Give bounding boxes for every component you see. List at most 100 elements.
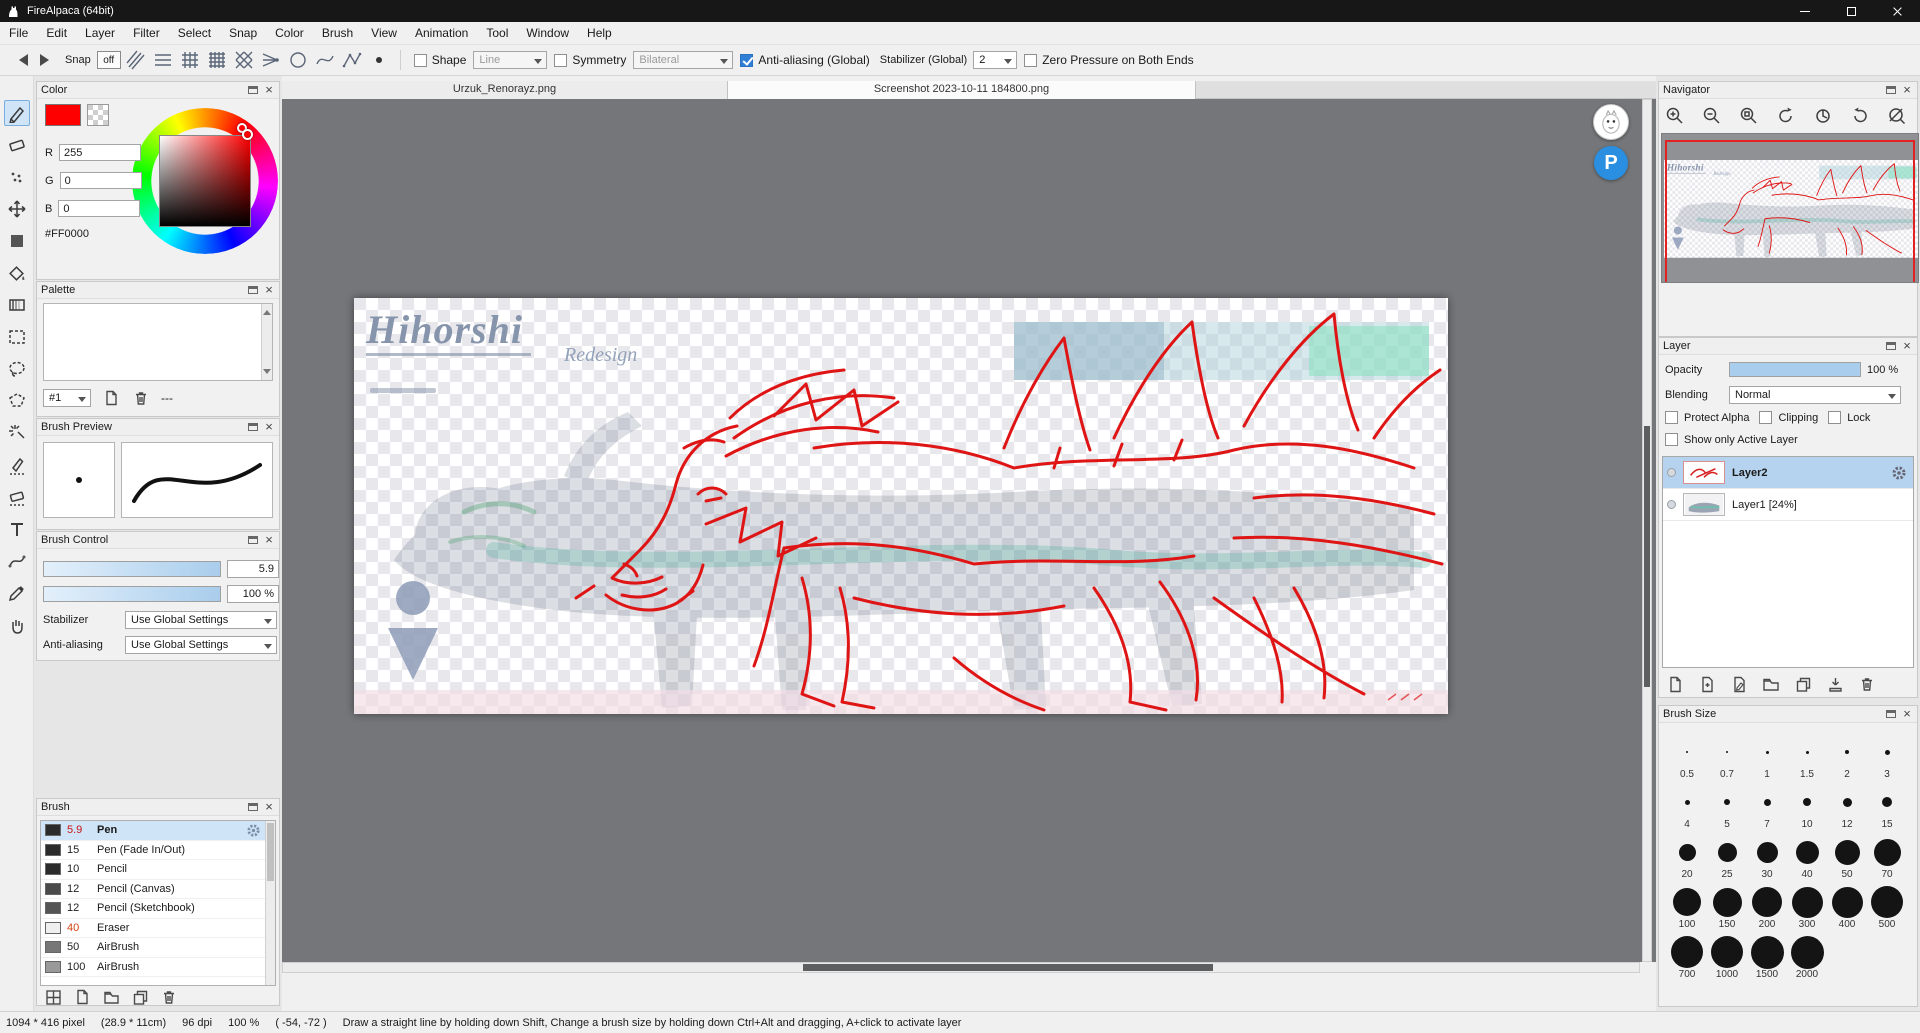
float-panel-icon[interactable] <box>1886 86 1896 94</box>
rotate-cw-icon[interactable] <box>1848 105 1872 127</box>
layer-settings-gear-icon[interactable] <box>1891 465 1907 481</box>
brush-row-airbrush-50[interactable]: 50 AirBrush <box>41 938 275 958</box>
brush-size-option[interactable]: 15 <box>1867 784 1907 832</box>
tool-select-rect[interactable] <box>4 324 30 350</box>
saturation-value-box[interactable] <box>159 135 251 227</box>
brush-size-option[interactable]: 1000 <box>1707 934 1747 982</box>
float-panel-icon[interactable] <box>248 86 258 94</box>
tool-gradient[interactable] <box>4 292 30 318</box>
layer-row-layer1[interactable]: Layer1 [24%] <box>1663 489 1913 521</box>
tool-magic-wand[interactable] <box>4 420 30 446</box>
brush-size-option[interactable]: 3 <box>1867 734 1907 782</box>
menu-brush[interactable]: Brush <box>313 26 362 40</box>
snap-circle-icon[interactable] <box>286 49 310 71</box>
canvas-viewport[interactable]: Hihorshi Redesign P <box>282 99 1656 962</box>
close-panel-icon[interactable]: × <box>263 800 275 813</box>
tool-eyedropper[interactable] <box>4 580 30 606</box>
snap-grid-icon[interactable] <box>178 49 202 71</box>
horizontal-scrollbar[interactable] <box>282 962 1640 973</box>
tool-hand[interactable] <box>4 612 30 638</box>
brush-size-option[interactable]: 25 <box>1707 834 1747 882</box>
brush-size-option[interactable]: 20 <box>1667 834 1707 882</box>
snap-parallel-icon[interactable] <box>124 49 148 71</box>
layer-visibility-toggle[interactable] <box>1667 468 1676 477</box>
brush-control-header[interactable]: Brush Control × <box>37 532 279 549</box>
brush-size-option[interactable]: 1.5 <box>1787 734 1827 782</box>
close-panel-icon[interactable]: × <box>263 533 275 546</box>
brush-size-option[interactable]: 4 <box>1667 784 1707 832</box>
close-button[interactable] <box>1874 0 1920 22</box>
brush-size-slider[interactable] <box>43 561 221 577</box>
color-panel-header[interactable]: Color × <box>37 82 279 99</box>
brush-size-option[interactable]: 12 <box>1827 784 1867 832</box>
menu-select[interactable]: Select <box>169 26 220 40</box>
menu-file[interactable]: File <box>0 26 37 40</box>
close-panel-icon[interactable]: × <box>1901 339 1913 352</box>
sv-marker[interactable] <box>242 129 253 140</box>
navigator-view-rect[interactable] <box>1665 140 1915 282</box>
p-badge-button[interactable]: P <box>1594 146 1628 180</box>
tab-urzuk-renorayz[interactable]: Urzuk_Renorayz.png <box>282 81 728 99</box>
antialias-global-checkbox[interactable] <box>740 53 754 67</box>
brush-size-option[interactable]: 100 <box>1667 884 1707 932</box>
snap-crosshatch-icon[interactable] <box>232 49 256 71</box>
red-input[interactable]: 255 <box>58 144 141 161</box>
add-brush-icon[interactable] <box>72 988 92 1006</box>
show-only-active-checkbox[interactable] <box>1665 433 1678 446</box>
brush-size-option[interactable]: 500 <box>1867 884 1907 932</box>
navigator-viewport[interactable]: Hihorshi Redesign <box>1661 133 1919 283</box>
palette-panel-header[interactable]: Palette × <box>37 282 279 299</box>
layer-row-layer2[interactable]: Layer2 <box>1663 457 1913 489</box>
tool-lasso[interactable] <box>4 356 30 382</box>
tool-select-eraser[interactable] <box>4 484 30 510</box>
delete-brush-icon[interactable] <box>159 988 179 1006</box>
duplicate-layer-icon[interactable] <box>1793 675 1813 693</box>
zoom-in-icon[interactable] <box>1663 105 1687 127</box>
add-palette-icon[interactable] <box>101 389 121 407</box>
brush-size-option[interactable]: 700 <box>1667 934 1707 982</box>
close-panel-icon[interactable]: × <box>263 283 275 296</box>
close-panel-icon[interactable]: × <box>263 83 275 96</box>
shape-checkbox[interactable] <box>413 53 427 67</box>
brush-row-pen[interactable]: 5.9 Pen <box>41 821 275 841</box>
brush-size-option[interactable]: 1 <box>1747 734 1787 782</box>
brush-settings-gear-icon[interactable] <box>246 823 261 838</box>
snap-dense-grid-icon[interactable] <box>205 49 229 71</box>
palette-slot-select[interactable]: #1 <box>43 389 91 407</box>
stabilizer-global-select[interactable]: 2 <box>973 51 1018 69</box>
snap-polyline-icon[interactable] <box>340 49 364 71</box>
symmetry-select[interactable]: Bilateral <box>633 51 734 69</box>
brush-row-airbrush-100[interactable]: 100 AirBrush <box>41 958 275 977</box>
tool-curve[interactable] <box>4 548 30 574</box>
menu-view[interactable]: View <box>362 26 406 40</box>
brush-preview-header[interactable]: Brush Preview × <box>37 419 279 436</box>
zero-pressure-checkbox[interactable] <box>1024 53 1038 67</box>
tool-fill[interactable] <box>4 228 30 254</box>
brush-size-option[interactable]: 2000 <box>1787 934 1827 982</box>
brush-row-pencil-sketchbook[interactable]: 12 Pencil (Sketchbook) <box>41 899 275 919</box>
add-layer-alt-icon[interactable] <box>1697 675 1717 693</box>
delete-layer-icon[interactable] <box>1857 675 1877 693</box>
navigator-header[interactable]: Navigator × <box>1659 82 1917 99</box>
brush-size-option[interactable]: 200 <box>1747 884 1787 932</box>
rotate-ccw-icon[interactable] <box>1774 105 1798 127</box>
scrollbar-thumb[interactable] <box>803 964 1213 971</box>
blending-select[interactable]: Normal <box>1729 386 1901 404</box>
green-input[interactable]: 0 <box>59 172 142 189</box>
scrollbar-thumb[interactable] <box>267 823 274 881</box>
brush-folder-icon[interactable] <box>101 988 121 1006</box>
snap-vanishing-point-icon[interactable] <box>259 49 283 71</box>
brush-row-eraser[interactable]: 40 Eraser <box>41 919 275 938</box>
brush-size-option[interactable]: 30 <box>1747 834 1787 882</box>
snap-curve-icon[interactable] <box>313 49 337 71</box>
brush-size-header[interactable]: Brush Size × <box>1659 706 1917 723</box>
tool-text[interactable] <box>4 516 30 542</box>
reset-rotation-icon[interactable] <box>1811 105 1835 127</box>
vertical-scrollbar[interactable] <box>1642 99 1652 962</box>
hex-value[interactable]: #FF0000 <box>45 228 89 240</box>
undo-button[interactable] <box>8 49 32 71</box>
snap-point-icon[interactable] <box>367 49 391 71</box>
tool-smudge[interactable] <box>4 164 30 190</box>
tool-bucket[interactable] <box>4 260 30 286</box>
stabilizer-select[interactable]: Use Global Settings <box>125 611 277 629</box>
